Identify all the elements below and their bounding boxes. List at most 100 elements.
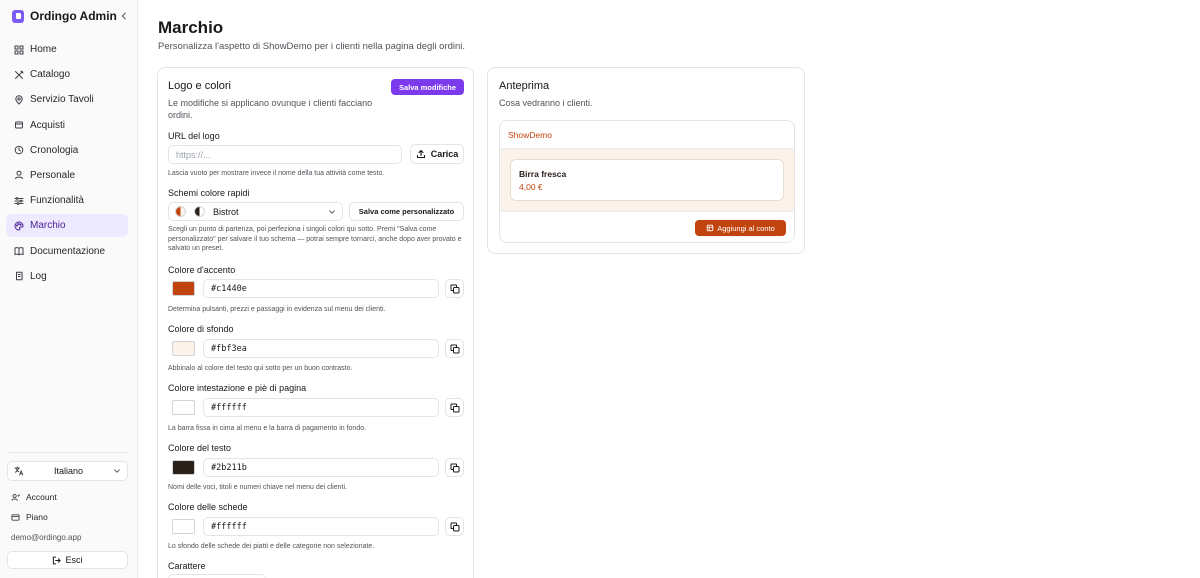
sidebar-item-label: Catalogo — [30, 69, 71, 81]
sidebar-item-acquisti[interactable]: Acquisti — [6, 114, 128, 137]
receipt-icon — [706, 224, 714, 232]
sidebar-divider — [8, 452, 129, 453]
translate-icon — [14, 466, 24, 476]
copy-icon — [450, 284, 459, 293]
sidebar-item-label: Personale — [30, 169, 76, 181]
branding-title: Logo e colori — [168, 80, 231, 92]
copy-icon — [450, 403, 459, 412]
sidebar-item-label: Cronologia — [30, 144, 79, 156]
background-color-hint: Abbinalo al colore del testo qui sotto p… — [168, 365, 353, 372]
text-color-hint: Nomi delle voci, titoli e numeri chiave … — [168, 484, 347, 491]
preview-footer: Aggiungi al conto — [500, 211, 794, 242]
sidebar-item-log[interactable]: Log — [6, 265, 128, 288]
header-color-hint: La barra fissa in cima al menu e la barr… — [168, 425, 367, 432]
sidebar-item-documentazione[interactable]: Documentazione — [6, 240, 128, 263]
plan-link[interactable]: Piano — [11, 511, 48, 523]
user-email: demo@ordingo.app — [11, 533, 82, 542]
text-color-swatch[interactable] — [172, 460, 195, 475]
font-select[interactable] — [168, 574, 266, 578]
copy-accent-button[interactable] — [445, 279, 464, 298]
preview-item-card: Birra fresca 4,00 € — [510, 159, 784, 201]
account-label: Account — [26, 492, 57, 502]
save-changes-button[interactable]: Salva modifiche — [391, 79, 464, 95]
sidebar-item-label: Marchio — [30, 220, 66, 232]
accent-color-hint: Determina pulsanti, prezzi e passaggi in… — [168, 306, 386, 313]
sidebar-nav: Home Catalogo Servizio Tavoli Acquisti C… — [6, 38, 128, 290]
copy-header-button[interactable] — [445, 398, 464, 417]
sidebar-item-label: Acquisti — [30, 119, 66, 131]
collapse-sidebar-button[interactable] — [118, 8, 130, 24]
sidebar-item-funzionalita[interactable]: Funzionalità — [6, 189, 128, 212]
upload-logo-button[interactable]: Carica — [410, 144, 464, 164]
logo-url-input[interactable]: https://... — [168, 145, 402, 164]
logout-label: Esci — [65, 555, 83, 565]
scroll-icon — [16, 271, 23, 281]
copy-icon — [450, 522, 459, 531]
plan-label: Piano — [26, 512, 48, 522]
branding-card: Logo e colori Le modifiche si applicano … — [157, 67, 474, 578]
sidebar-item-marchio[interactable]: Marchio — [6, 214, 128, 238]
header-color-input[interactable]: #ffffff — [203, 398, 439, 417]
copy-background-button[interactable] — [445, 339, 464, 358]
book-icon — [14, 247, 24, 256]
sidebar-item-label: Log — [30, 270, 47, 282]
accent-color-label: Colore d'accento — [168, 265, 236, 275]
card-color-input[interactable]: #ffffff — [203, 517, 439, 536]
background-color-label: Colore di sfondo — [168, 324, 234, 334]
background-color-input[interactable]: #fbf3ea — [203, 339, 439, 358]
header-color-label: Colore intestazione e piè di pagina — [168, 383, 307, 393]
branding-description: Le modifiche si applicano ovunque i clie… — [168, 98, 373, 120]
accent-color-input[interactable]: #c1440e — [203, 279, 439, 298]
sidebar-item-servizio-tavoli[interactable]: Servizio Tavoli — [6, 88, 128, 111]
accent-color-swatch[interactable] — [172, 281, 195, 296]
font-label: Carattere — [168, 561, 206, 571]
app-logo-icon — [12, 9, 24, 23]
credit-card-icon — [11, 513, 20, 521]
preset-text-swatch — [194, 206, 205, 217]
copy-icon — [450, 463, 459, 472]
header-color-swatch[interactable] — [172, 400, 195, 415]
copy-text-button[interactable] — [445, 458, 464, 477]
preview-item-name: Birra fresca — [519, 169, 567, 179]
utensils-icon — [15, 70, 24, 79]
preview-body: Birra fresca 4,00 € — [500, 149, 794, 211]
text-color-input[interactable]: #2b211b — [203, 458, 439, 477]
logout-icon — [53, 556, 62, 564]
grid-icon — [14, 45, 24, 54]
sidebar-item-cronologia[interactable]: Cronologia — [6, 139, 128, 162]
presets-hint: Scegli un punto di partenza, poi perfezi… — [168, 226, 462, 252]
preview-title: Anteprima — [499, 80, 550, 92]
preview-card: Anteprima Cosa vedranno i clienti. ShowD… — [487, 67, 805, 254]
receipt-icon — [15, 121, 23, 129]
copy-icon — [450, 344, 459, 353]
preset-selected: Bistrot — [213, 206, 239, 217]
preset-swatches — [175, 206, 205, 217]
card-color-label: Colore delle schede — [168, 502, 248, 512]
history-icon — [14, 145, 24, 155]
sidebar-item-catalogo[interactable]: Catalogo — [6, 63, 128, 86]
account-link[interactable]: Account — [11, 491, 57, 503]
language-label: Italiano — [53, 466, 84, 476]
page-title: Marchio — [158, 18, 224, 37]
chevron-left-icon — [121, 12, 126, 20]
page-subtitle: Personalizza l'aspetto di ShowDemo per i… — [158, 41, 466, 52]
language-select[interactable]: Italiano — [7, 461, 128, 481]
sidebar-item-label: Documentazione — [30, 245, 106, 257]
preview-header: ShowDemo — [500, 121, 794, 149]
sidebar-item-home[interactable]: Home — [6, 38, 128, 61]
brand[interactable]: Ordingo Admin — [12, 8, 130, 24]
preset-select[interactable]: Bistrot — [168, 202, 343, 221]
card-color-swatch[interactable] — [172, 519, 195, 534]
preview-add-to-bill-button[interactable]: Aggiungi al conto — [695, 220, 786, 236]
sliders-icon — [14, 196, 24, 205]
save-as-custom-button[interactable]: Salva come personalizzato — [349, 202, 464, 221]
card-color-hint: Lo sfondo delle schede dei piatti e dell… — [168, 543, 375, 550]
sidebar-item-personale[interactable]: Personale — [6, 164, 128, 187]
logo-hint: Lascia vuoto per mostrare invece il nome… — [168, 170, 385, 177]
background-color-swatch[interactable] — [172, 341, 195, 356]
logout-button[interactable]: Esci — [7, 551, 128, 569]
account-icon — [11, 493, 20, 501]
preset-accent-swatch — [175, 206, 186, 217]
logo-url-label: URL del logo — [168, 131, 220, 141]
copy-card-button[interactable] — [445, 517, 464, 536]
